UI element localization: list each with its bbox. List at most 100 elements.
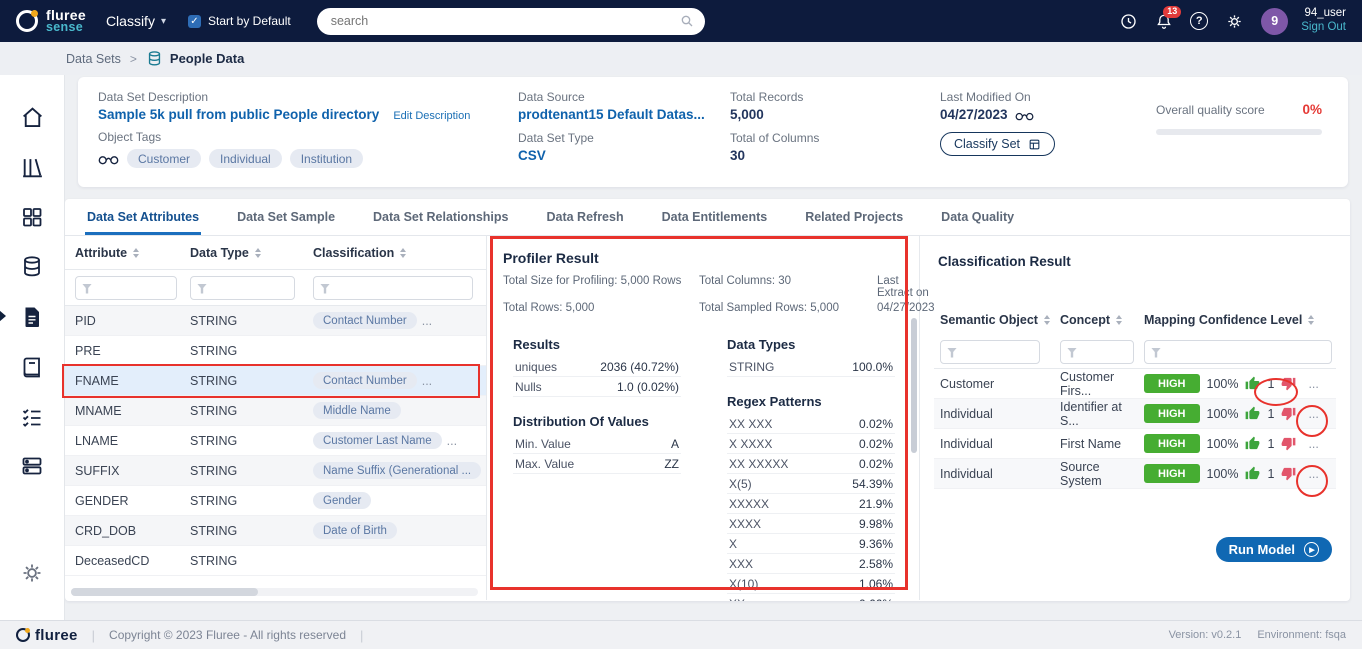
help-icon[interactable]: ? xyxy=(1190,12,1208,30)
glasses-icon xyxy=(98,152,119,165)
regex-row: X9.36% xyxy=(727,534,895,554)
attribute-filter-input[interactable] xyxy=(75,276,177,300)
column-header-concept[interactable]: Concept xyxy=(1060,313,1144,327)
thumbs-down-icon[interactable] xyxy=(1281,406,1296,421)
tab-related-projects[interactable]: Related Projects xyxy=(805,199,903,235)
footer-divider: | xyxy=(360,628,363,643)
concept-filter-input[interactable] xyxy=(1060,340,1134,364)
more-menu[interactable]: ... xyxy=(447,434,457,448)
breadcrumb-data-sets-link[interactable]: Data Sets xyxy=(66,52,121,66)
sidebar-server-icon[interactable] xyxy=(18,454,46,478)
total-records-label: Total Records xyxy=(730,90,940,104)
vertical-scrollbar[interactable] xyxy=(911,318,917,453)
horizontal-scrollbar[interactable] xyxy=(71,588,478,596)
tab-data-set-relationships[interactable]: Data Set Relationships xyxy=(373,199,508,235)
tab-data-entitlements[interactable]: Data Entitlements xyxy=(662,199,768,235)
classification-pill: Customer Last Name xyxy=(313,432,442,449)
table-row-deceasedcd[interactable]: DeceasedCD STRING xyxy=(65,546,486,576)
tab-data-set-attributes[interactable]: Data Set Attributes xyxy=(87,199,199,235)
table-row-suffix[interactable]: SUFFIX STRING Name Suffix (Generational … xyxy=(65,456,486,486)
last-modified-label: Last Modified On xyxy=(940,90,1156,104)
tab-data-quality[interactable]: Data Quality xyxy=(941,199,1014,235)
footer-fluree-logo: fluree xyxy=(16,627,78,644)
confidence-filter-input[interactable] xyxy=(1144,340,1332,364)
notifications-bell-icon[interactable]: 13 xyxy=(1155,12,1173,31)
classify-set-button[interactable]: Classify Set xyxy=(940,132,1055,156)
more-menu[interactable]: ... xyxy=(1308,407,1318,421)
classification-row-source-system[interactable]: Individual Source System HIGH 100% 1 ... xyxy=(934,459,1336,489)
start-by-default-checkbox[interactable]: ✓ Start by Default xyxy=(188,14,291,28)
column-header-attribute[interactable]: Attribute xyxy=(75,246,190,260)
tab-data-refresh[interactable]: Data Refresh xyxy=(546,199,623,235)
thumbs-up-icon[interactable] xyxy=(1245,436,1260,451)
thumbs-up-icon[interactable] xyxy=(1245,406,1260,421)
profiler-total-rows: Total Rows: 5,000 xyxy=(503,302,699,314)
history-clock-icon[interactable] xyxy=(1119,12,1138,31)
sidebar-data-set-document-icon[interactable] xyxy=(18,304,46,330)
user-avatar[interactable]: 9 xyxy=(1261,8,1288,35)
sidebar-checklist-icon[interactable] xyxy=(18,405,46,429)
classify-set-label: Classify Set xyxy=(954,137,1020,151)
fluree-sense-logo[interactable]: fluree sense xyxy=(16,9,86,33)
attributes-filter-row xyxy=(65,270,486,306)
classification-pill: Middle Name xyxy=(313,402,401,419)
table-row-lname[interactable]: LNAME STRING Customer Last Name... xyxy=(65,426,486,456)
column-header-semantic-object[interactable]: Semantic Object xyxy=(940,313,1060,327)
object-tags-label: Object Tags xyxy=(98,130,518,144)
stat-row: uniques2036 (40.72%) xyxy=(513,357,681,377)
classify-dropdown[interactable]: Classify ▾ xyxy=(106,13,166,29)
table-row-mname[interactable]: MNAME STRING Middle Name xyxy=(65,396,486,426)
total-records-value: 5,000 xyxy=(730,107,940,122)
classification-row-customer[interactable]: Customer Customer Firs... HIGH 100% 1 ..… xyxy=(934,369,1336,399)
sidebar-book-icon[interactable] xyxy=(18,355,46,380)
table-row-pid[interactable]: PID STRING Contact Number... xyxy=(65,306,486,336)
table-row-crd-dob[interactable]: CRD_DOB STRING Date of Birth xyxy=(65,516,486,546)
data-set-type-label: Data Set Type xyxy=(518,131,730,145)
regex-row: X(10)1.06% xyxy=(727,574,895,594)
profiler-title: Profiler Result xyxy=(503,250,903,266)
column-header-classification[interactable]: Classification xyxy=(313,246,486,260)
attributes-table: Attribute Data Type Classification xyxy=(65,236,487,600)
thumbs-down-icon[interactable] xyxy=(1281,376,1296,391)
thumbs-down-icon[interactable] xyxy=(1281,466,1296,481)
more-menu[interactable]: ... xyxy=(1308,467,1318,481)
data-type-filter-input[interactable] xyxy=(190,276,295,300)
classification-filter-input[interactable] xyxy=(313,276,473,300)
thumbs-up-icon[interactable] xyxy=(1245,466,1260,481)
search-box xyxy=(317,8,705,35)
total-columns-value: 30 xyxy=(730,148,940,163)
classification-row-first-name[interactable]: Individual First Name HIGH 100% 1 ... xyxy=(934,429,1336,459)
stat-row: Max. ValueZZ xyxy=(513,454,681,474)
sidebar-settings-gear-icon[interactable] xyxy=(18,560,46,586)
sidebar-grid-icon[interactable] xyxy=(18,205,46,229)
confidence-percent: 100% xyxy=(1207,467,1239,481)
table-row-gender[interactable]: GENDER STRING Gender xyxy=(65,486,486,516)
thumbs-down-icon[interactable] xyxy=(1281,436,1296,451)
sidebar-database-icon[interactable] xyxy=(18,254,46,279)
table-row-pre[interactable]: PRE STRING xyxy=(65,336,486,366)
scrollbar-thumb[interactable] xyxy=(71,588,258,596)
thumbs-up-icon[interactable] xyxy=(1245,376,1260,391)
column-header-data-type[interactable]: Data Type xyxy=(190,246,313,260)
more-menu[interactable]: ... xyxy=(1308,437,1318,451)
search-input[interactable] xyxy=(317,8,705,35)
settings-gear-icon[interactable] xyxy=(1225,12,1244,31)
regex-row: XXXXX21.9% xyxy=(727,494,895,514)
semantic-object-filter-input[interactable] xyxy=(940,340,1040,364)
edit-description-link[interactable]: Edit Description xyxy=(393,110,470,122)
more-menu[interactable]: ... xyxy=(1308,377,1318,391)
notification-badge: 13 xyxy=(1163,6,1181,18)
run-model-button[interactable]: Run Model ▶ xyxy=(1216,537,1332,562)
column-header-confidence[interactable]: Mapping Confidence Level xyxy=(1144,313,1336,327)
sidebar-library-icon[interactable] xyxy=(18,155,46,180)
sign-out-link[interactable]: Sign Out xyxy=(1301,21,1346,35)
glasses-icon xyxy=(1015,109,1034,121)
table-row-fname-selected[interactable]: FNAME STRING Contact Number... xyxy=(65,366,486,396)
classification-row-identifier[interactable]: Individual Identifier at S... HIGH 100% … xyxy=(934,399,1336,429)
more-menu[interactable]: ... xyxy=(422,314,432,328)
footer-environment: Environment: fsqa xyxy=(1257,629,1346,641)
more-menu[interactable]: ... xyxy=(422,374,432,388)
classification-pill: Date of Birth xyxy=(313,522,397,539)
sidebar-home-icon[interactable] xyxy=(18,105,46,130)
tab-data-set-sample[interactable]: Data Set Sample xyxy=(237,199,335,235)
